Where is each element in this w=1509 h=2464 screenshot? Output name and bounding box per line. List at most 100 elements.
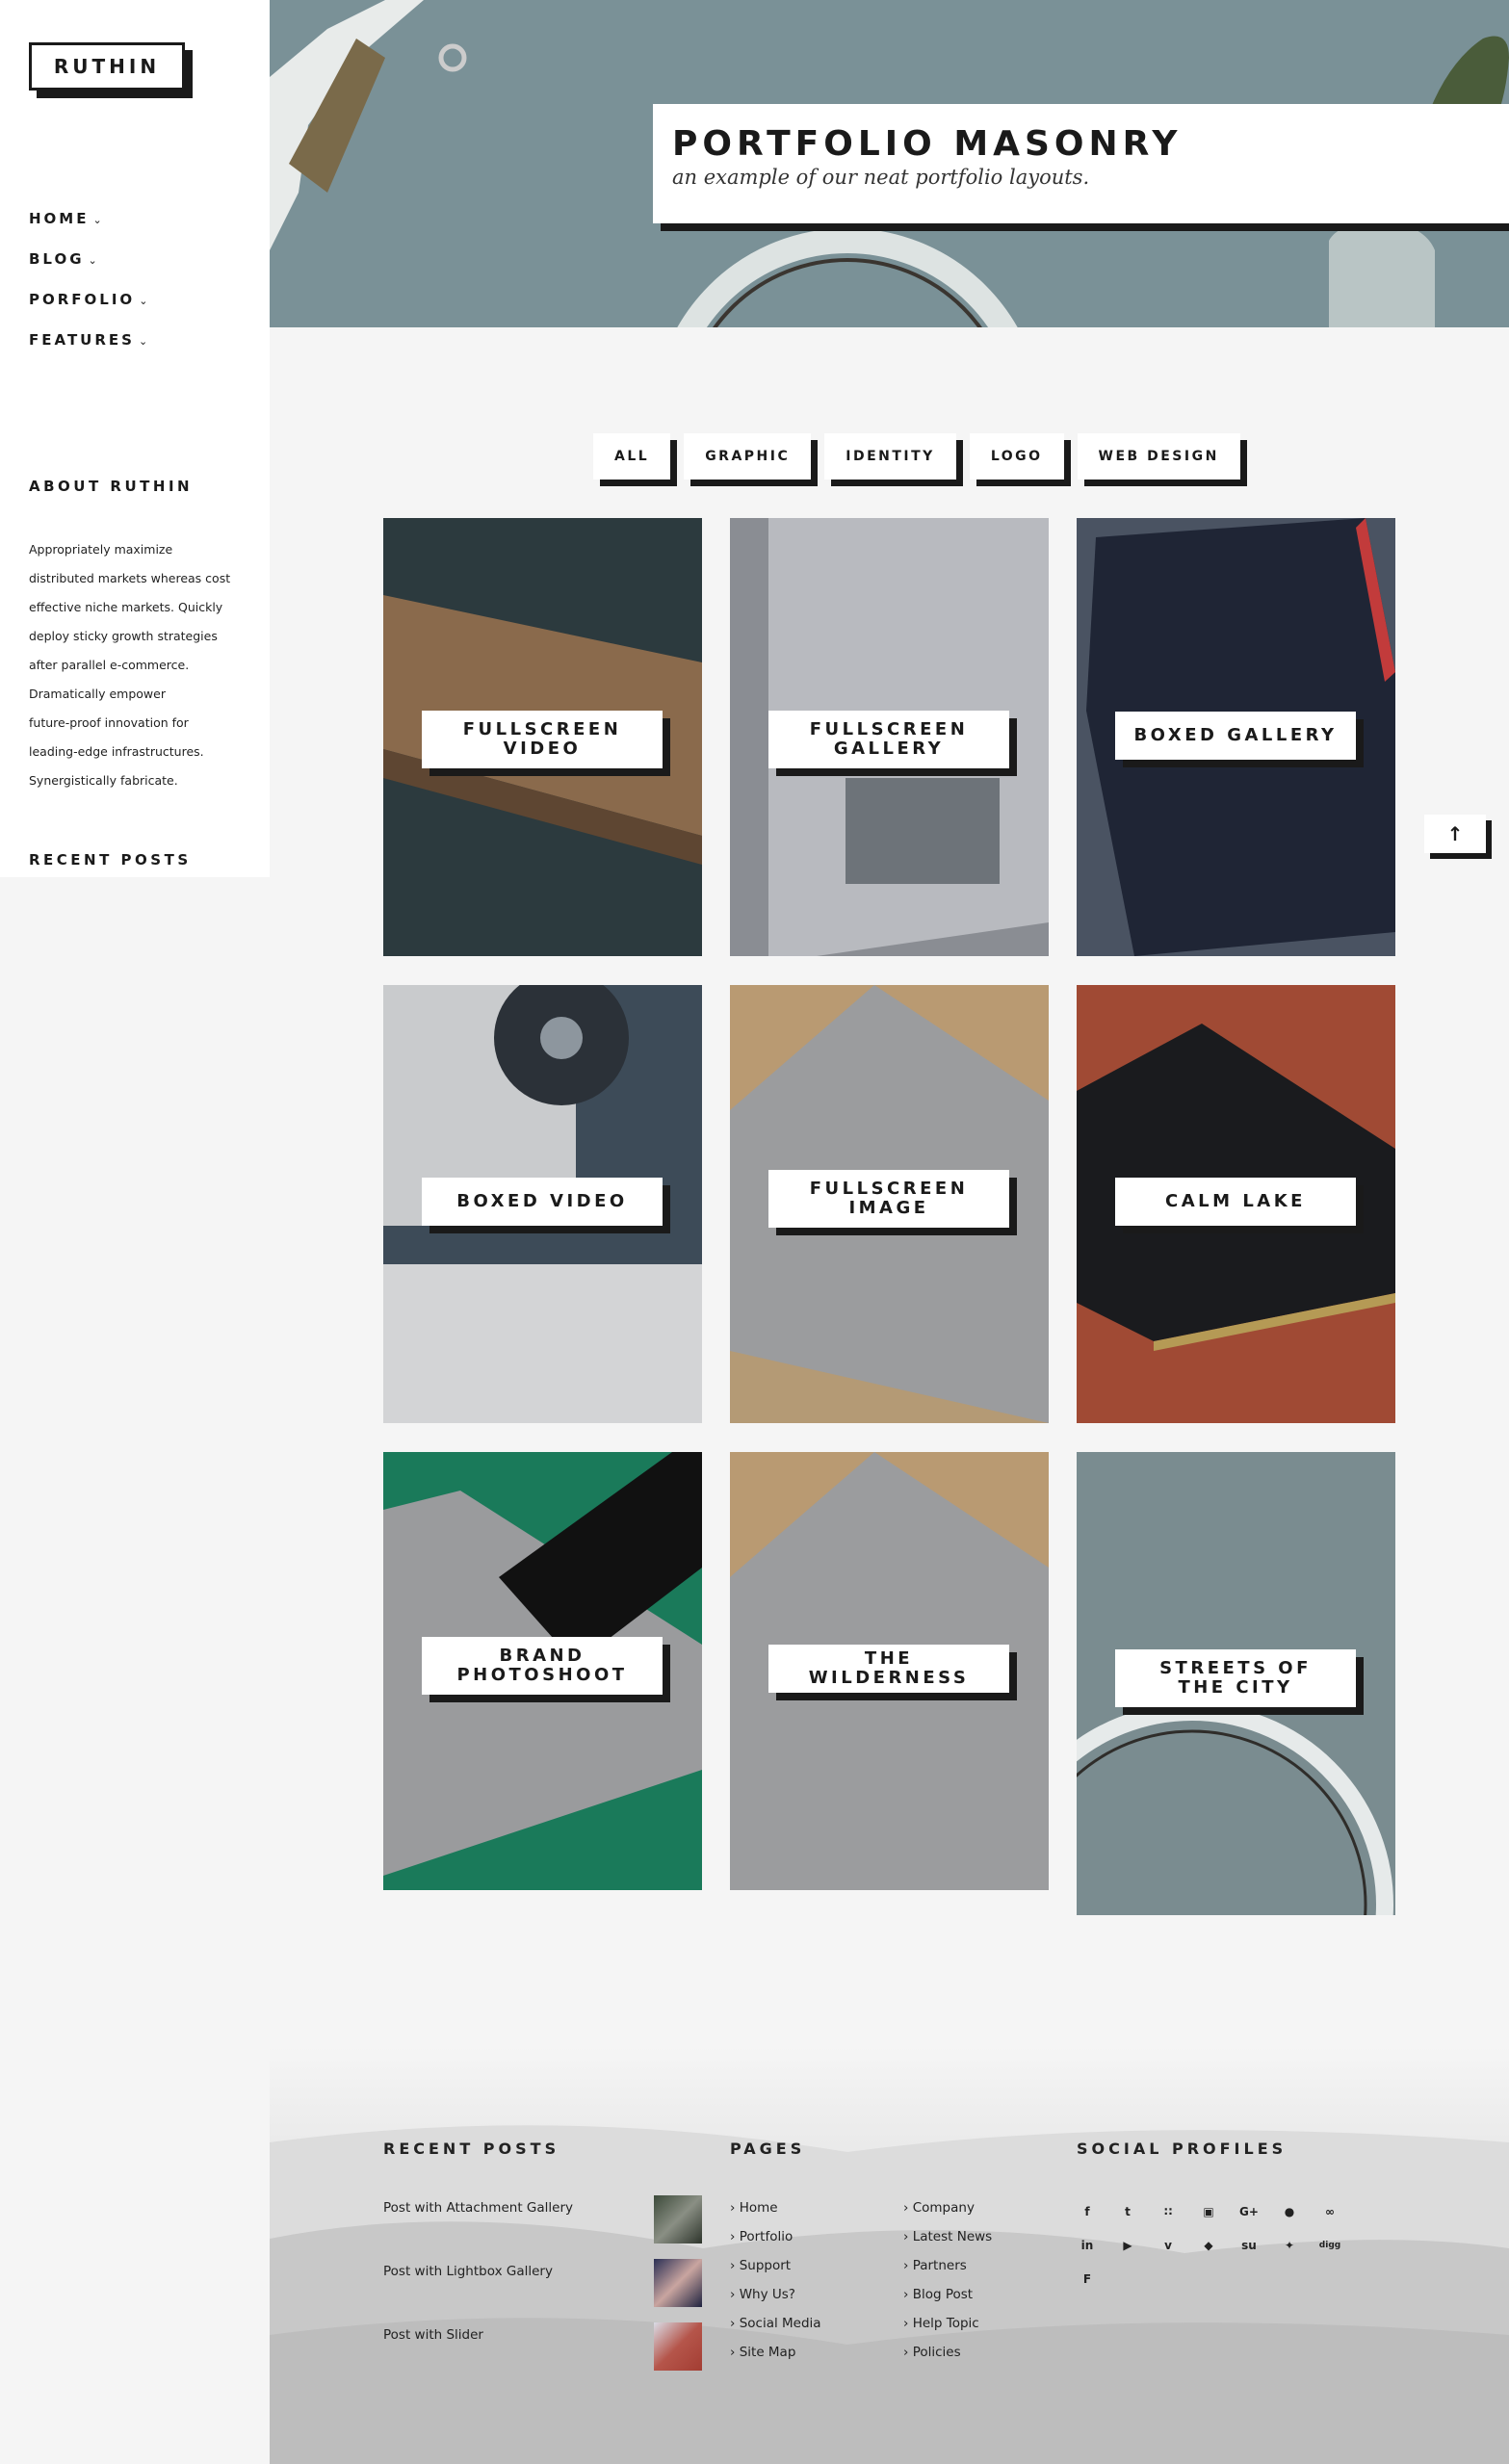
portfolio-item[interactable]: BOXED GALLERY <box>1077 518 1395 956</box>
footer-page-link[interactable]: › Latest News <box>903 2229 992 2244</box>
delicious-icon[interactable]: ✦ <box>1279 2235 1300 2256</box>
footer-page-link[interactable]: › Social Media <box>730 2316 821 2331</box>
link-text: Partners <box>912 2258 967 2273</box>
back-to-top-button[interactable]: ↑ <box>1424 815 1486 853</box>
portfolio-item[interactable]: FULLSCREEN IMAGE <box>730 985 1049 1423</box>
youtube-icon[interactable]: ▶ <box>1117 2235 1138 2256</box>
portfolio-item[interactable]: CALM LAKE <box>1077 985 1395 1423</box>
footer: RECENT POSTS Post with Attachment Galler… <box>270 2046 1509 2464</box>
link-text: Home <box>739 2200 778 2216</box>
about-line: Appropriately maximize <box>29 542 173 557</box>
about-line: leading-edge infrastructures. <box>29 744 204 759</box>
about-line: deploy sticky growth strategies <box>29 629 218 643</box>
nav-item-portfolio[interactable]: PORFOLIO ⌄ <box>29 291 150 308</box>
link-text: Company <box>912 2200 975 2216</box>
chevron-down-icon: ⌄ <box>88 254 100 267</box>
portfolio-item[interactable]: BRAND PHOTOSHOOT <box>383 1452 702 1890</box>
facebook-icon[interactable]: f <box>1077 2201 1098 2222</box>
filter-all[interactable]: ALL <box>593 433 671 480</box>
portfolio-item[interactable]: FULLSCREEN GALLERY <box>730 518 1049 956</box>
portfolio-item[interactable]: FULLSCREEN VIDEO <box>383 518 702 956</box>
about-line: after parallel e-commerce. <box>29 658 190 672</box>
lastfm-icon[interactable]: ∞ <box>1319 2201 1340 2222</box>
page-title-box: PORTFOLIO MASONRY an example of our neat… <box>653 104 1509 223</box>
footer-page-link[interactable]: › Company <box>903 2200 975 2216</box>
hero-banner: PORTFOLIO MASONRY an example of our neat… <box>270 0 1509 327</box>
link-text: Site Map <box>739 2345 796 2360</box>
page-title: PORTFOLIO MASONRY <box>672 124 1183 164</box>
filter-graphic[interactable]: GRAPHIC <box>684 433 812 480</box>
about-line: Dramatically empower <box>29 687 166 701</box>
footer-pages-heading: PAGES <box>730 2140 806 2158</box>
footer-page-link[interactable]: › Site Map <box>730 2345 795 2360</box>
tile-label: THE WILDERNESS <box>768 1645 1009 1693</box>
nav-label: PORFOLIO <box>29 291 136 308</box>
digg-icon[interactable]: digg <box>1319 2235 1340 2256</box>
stumbleupon-icon[interactable]: su <box>1238 2235 1260 2256</box>
nav-item-blog[interactable]: BLOG ⌄ <box>29 250 150 268</box>
footer-post-link[interactable]: Post with Slider <box>383 2327 483 2343</box>
footer-post-link[interactable]: Post with Attachment Gallery <box>383 2200 573 2216</box>
linkedin-icon[interactable]: in <box>1077 2235 1098 2256</box>
chevron-down-icon: ⌄ <box>92 214 105 226</box>
tile-label: BRAND PHOTOSHOOT <box>422 1637 663 1695</box>
filter-logo[interactable]: LOGO <box>969 433 1064 480</box>
link-text: Support <box>739 2258 792 2273</box>
tile-label: CALM LAKE <box>1115 1178 1356 1226</box>
footer-social-heading: SOCIAL PROFILES <box>1077 2140 1288 2158</box>
tile-label: BOXED VIDEO <box>422 1178 663 1226</box>
filter-web-design[interactable]: WEB DESIGN <box>1077 433 1240 480</box>
about-line: effective niche markets. Quickly <box>29 600 223 614</box>
nav-item-features[interactable]: FEATURES ⌄ <box>29 331 150 349</box>
logo-text: RUTHIN <box>53 55 161 78</box>
portfolio-item[interactable]: BOXED VIDEO <box>383 985 702 1423</box>
about-line: distributed markets whereas cost <box>29 571 231 585</box>
footer-page-link[interactable]: › Blog Post <box>903 2287 973 2302</box>
link-text: Portfolio <box>739 2229 794 2244</box>
footer-page-link[interactable]: › Home <box>730 2200 778 2216</box>
nav-label: FEATURES <box>29 331 135 349</box>
dropbox-icon[interactable]: ◆ <box>1198 2235 1219 2256</box>
footer-recent-heading: RECENT POSTS <box>383 2140 560 2158</box>
tile-label: STREETS OF THE CITY <box>1115 1649 1356 1707</box>
twitter-icon[interactable]: t <box>1117 2201 1138 2222</box>
about-text: Appropriately maximize distributed marke… <box>29 535 246 795</box>
tile-label: FULLSCREEN IMAGE <box>768 1170 1009 1228</box>
nav-item-home[interactable]: HOME ⌄ <box>29 210 150 227</box>
post-thumbnail[interactable] <box>654 2322 702 2371</box>
footer-page-link[interactable]: › Partners <box>903 2258 967 2273</box>
footer-page-link[interactable]: › Why Us? <box>730 2287 795 2302</box>
tile-label: FULLSCREEN GALLERY <box>768 711 1009 768</box>
tile-label: BOXED GALLERY <box>1115 712 1356 760</box>
vimeo-icon[interactable]: v <box>1158 2235 1179 2256</box>
about-line: Synergistically fabricate. <box>29 773 178 788</box>
post-thumbnail[interactable] <box>654 2259 702 2307</box>
footer-page-link[interactable]: › Support <box>730 2258 791 2273</box>
about-line: future-proof innovation for <box>29 715 189 730</box>
tile-label: FULLSCREEN VIDEO <box>422 711 663 768</box>
filter-identity[interactable]: IDENTITY <box>824 433 956 480</box>
foursquare-icon[interactable]: F <box>1077 2269 1098 2290</box>
link-text: Blog Post <box>912 2287 974 2302</box>
footer-page-link[interactable]: › Help Topic <box>903 2316 979 2331</box>
site-logo[interactable]: RUTHIN <box>29 42 185 91</box>
main-nav: HOME ⌄ BLOG ⌄ PORFOLIO ⌄ FEATURES ⌄ <box>29 210 150 372</box>
google-plus-icon[interactable]: G+ <box>1238 2201 1260 2222</box>
rss-icon[interactable]: ∷ <box>1158 2201 1179 2222</box>
link-text: Latest News <box>912 2229 993 2244</box>
footer-page-link[interactable]: › Policies <box>903 2345 961 2360</box>
footer-page-link[interactable]: › Portfolio <box>730 2229 793 2244</box>
page-subtitle: an example of our neat portfolio layouts… <box>672 166 1090 189</box>
footer-post-link[interactable]: Post with Lightbox Gallery <box>383 2264 553 2279</box>
instagram-icon[interactable]: ▣ <box>1198 2201 1219 2222</box>
link-text: Why Us? <box>739 2287 795 2302</box>
link-text: Policies <box>912 2345 961 2360</box>
portfolio-item[interactable]: STREETS OF THE CITY <box>1077 1452 1395 1915</box>
link-text: Social Media <box>739 2316 821 2331</box>
recent-posts-heading: RECENT POSTS <box>29 851 192 869</box>
about-heading: ABOUT RUTHIN <box>29 478 194 495</box>
portfolio-item[interactable]: THE WILDERNESS <box>730 1452 1049 1890</box>
nav-label: BLOG <box>29 250 85 268</box>
post-thumbnail[interactable] <box>654 2195 702 2244</box>
flickr-icon[interactable]: ● <box>1279 2201 1300 2222</box>
